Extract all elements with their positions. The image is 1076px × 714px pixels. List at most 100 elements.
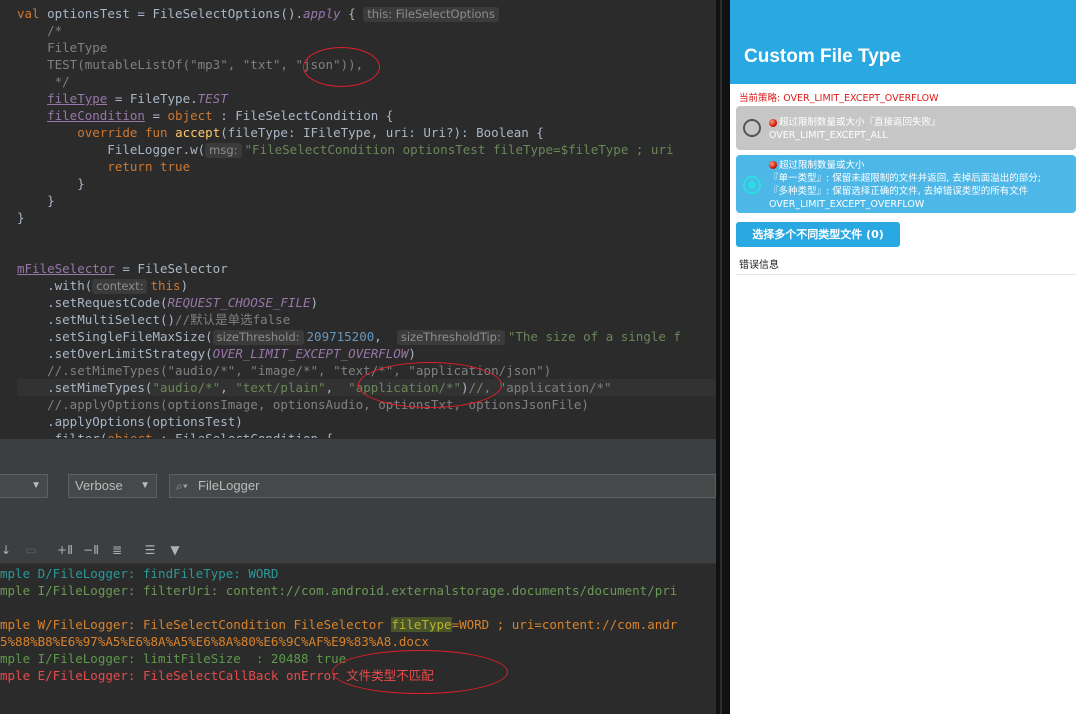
option-except-overflow-line2: 『单一类型』: 保留未超限制的文件并返回, 去掉后面溢出的部分; <box>769 173 1041 184</box>
code-token: /* <box>17 23 63 38</box>
code-token: TEST <box>197 91 228 106</box>
filter-icon[interactable]: ▼ <box>166 542 184 558</box>
code-line: } <box>17 175 85 192</box>
code-line: override fun accept(fileType: IFileType,… <box>17 124 544 141</box>
code-token: .setMultiSelect() <box>17 312 176 327</box>
logcat-spacer <box>0 506 716 536</box>
select-multiple-types-button[interactable]: 选择多个不同类型文件 (0) <box>736 222 900 247</box>
log-line: mple I/FileLogger: limitFileSize : 20488… <box>0 650 346 667</box>
error-info-label: 错误信息 <box>739 260 779 271</box>
code-token: object <box>107 431 152 438</box>
code-token: .with( <box>17 278 93 293</box>
code-token: "FileSelectCondition optionsTest fileTyp… <box>244 142 674 157</box>
code-token: .setSingleFileMaxSize( <box>17 329 213 344</box>
code-line: mFileSelector = FileSelector <box>17 260 228 277</box>
code-token: object <box>167 108 213 123</box>
clear-filter-icon[interactable]: ≣ <box>108 542 126 558</box>
code-token: .setMimeTypes( <box>17 380 153 395</box>
code-line: return true <box>17 158 190 175</box>
code-line: TEST(mutableListOf("mp3", "txt", "json")… <box>17 56 363 73</box>
option-except-all-line2: OVER_LIMIT_EXCEPT_ALL <box>769 130 888 141</box>
code-line: //.applyOptions(optionsImage, optionsAud… <box>17 396 589 413</box>
code-token: //.applyOptions(optionsImage, optionsAud… <box>17 397 589 412</box>
code-token: .setOverLimitStrategy( <box>17 346 213 361</box>
logcat-output[interactable]: mple D/FileLogger: findFileType: WORD mpl… <box>0 564 716 714</box>
scroll-to-end-icon[interactable]: ↓ <box>0 542 15 558</box>
log-segment: mple W/FileLogger: FileSelectCondition F… <box>0 617 392 632</box>
code-token: optionsTest <box>47 6 130 21</box>
log-line: 5%88%B8%E6%97%A5%E6%8A%A5%E6%8A%80%E6%9C… <box>0 633 429 650</box>
option-except-all[interactable]: 超过限制数量或大小『直接返回失败』 OVER_LIMIT_EXCEPT_ALL <box>736 106 1076 150</box>
radio-except-overflow[interactable] <box>743 176 761 194</box>
code-token: .setRequestCode( <box>17 295 168 310</box>
radio-except-all[interactable] <box>743 119 761 137</box>
code-token: return true <box>107 159 191 174</box>
code-token: fileType <box>47 91 108 106</box>
phone-screen: Custom File Type 当前策略: OVER_LIMIT_EXCEPT… <box>730 0 1076 714</box>
code-line: /* <box>17 22 62 39</box>
code-line: .setMimeTypes("audio/*", "text/plain", "… <box>17 379 716 396</box>
code-line: } <box>17 192 55 209</box>
code-token: accept <box>175 125 221 140</box>
option-except-overflow-line3: 『多种类型』: 保留选择正确的文件, 去掉错误类型的所有文件 <box>769 186 1029 197</box>
code-token: sizeThresholdTip: <box>396 330 505 345</box>
format-icon[interactable]: ☰ <box>141 542 159 558</box>
option-except-overflow[interactable]: 超过限制数量或大小 『单一类型』: 保留未超限制的文件并返回, 去掉后面溢出的部… <box>736 155 1076 213</box>
window-separator <box>716 0 730 714</box>
code-line: .setSingleFileMaxSize(sizeThreshold: 2097… <box>17 328 681 345</box>
divider <box>736 274 1076 275</box>
code-line: val optionsTest = FileSelectOptions().ap… <box>17 5 502 22</box>
code-token: sizeThreshold: <box>212 330 304 345</box>
log-level-dropdown[interactable]: Verbose ▼ <box>68 474 157 498</box>
code-token: = FileType. <box>107 91 198 106</box>
add-filter-icon[interactable]: +Ⅱ <box>56 542 74 558</box>
log-segment: mple I/FileLogger: limitFileSize : 20488… <box>0 651 347 666</box>
device-dropdown[interactable]: ▼ <box>0 474 48 498</box>
strategy-text: 当前策略: OVER_LIMIT_EXCEPT_OVERFLOW <box>739 93 939 104</box>
log-line: mple E/FileLogger: FileSelectCallBack on… <box>0 667 434 684</box>
code-line: .setOverLimitStrategy(OVER_LIMIT_EXCEPT_… <box>17 345 416 362</box>
code-token: context: <box>92 279 148 294</box>
code-token: ) <box>408 346 416 361</box>
code-token: OVER_LIMIT_EXCEPT_OVERFLOW <box>212 346 409 361</box>
code-line: .setMultiSelect()//默认是单选false <box>17 311 290 328</box>
code-token: = FileSelector <box>114 261 228 276</box>
code-token: override fun <box>77 125 176 140</box>
code-line: FileType <box>17 39 107 56</box>
code-line: .applyOptions(optionsTest) <box>17 413 243 430</box>
remove-filter-icon[interactable]: −Ⅱ <box>82 542 100 558</box>
code-token: TEST(mutableListOf("mp3", "txt", "json")… <box>17 57 364 72</box>
code-token: ) <box>180 278 189 293</box>
code-editor[interactable]: val optionsTest = FileSelectOptions().ap… <box>0 0 716 438</box>
logcat-actions-bar: ↓ ▭ +Ⅱ −Ⅱ ≣ ☰ ▼ <box>0 536 716 564</box>
code-token: this <box>150 278 181 293</box>
soft-wrap-icon[interactable]: ▭ <box>22 542 40 558</box>
code-token: val <box>17 6 48 21</box>
chevron-down-icon: ▼ <box>31 480 41 491</box>
log-segment: mple I/FileLogger: filterUri: content://… <box>0 583 678 598</box>
code-token: msg: <box>205 143 242 158</box>
code-line: .setRequestCode(REQUEST_CHOOSE_FILE) <box>17 294 318 311</box>
search-icon: ⌕▾ <box>176 479 188 493</box>
code-line: fileCondition = object : FileSelectCondi… <box>17 107 393 124</box>
code-token: 209715200 <box>306 329 375 344</box>
code-token: = FileSelectOptions(). <box>129 6 303 21</box>
logcat-search-input[interactable]: ⌕▾ FileLogger <box>169 474 716 498</box>
log-segment: mple D/FileLogger: findFileType: WORD <box>0 566 279 581</box>
code-line: */ <box>17 73 70 90</box>
code-token: "audio/*" <box>152 380 221 395</box>
code-token: .filter( <box>17 431 107 438</box>
logcat-toolbar: ▼ Verbose ▼ ⌕▾ FileLogger <box>0 466 716 506</box>
code-token: fileCondition <box>47 108 145 123</box>
code-token: FileType <box>17 40 108 55</box>
code-token: , <box>220 380 236 395</box>
logcat-header <box>0 438 716 466</box>
code-token: */ <box>17 74 70 89</box>
logcat-search-value: FileLogger <box>198 478 260 493</box>
code-token: mFileSelector <box>17 261 115 276</box>
option-except-all-line1: 超过限制数量或大小『直接返回失败』 <box>779 117 941 128</box>
code-token: , <box>325 380 349 395</box>
